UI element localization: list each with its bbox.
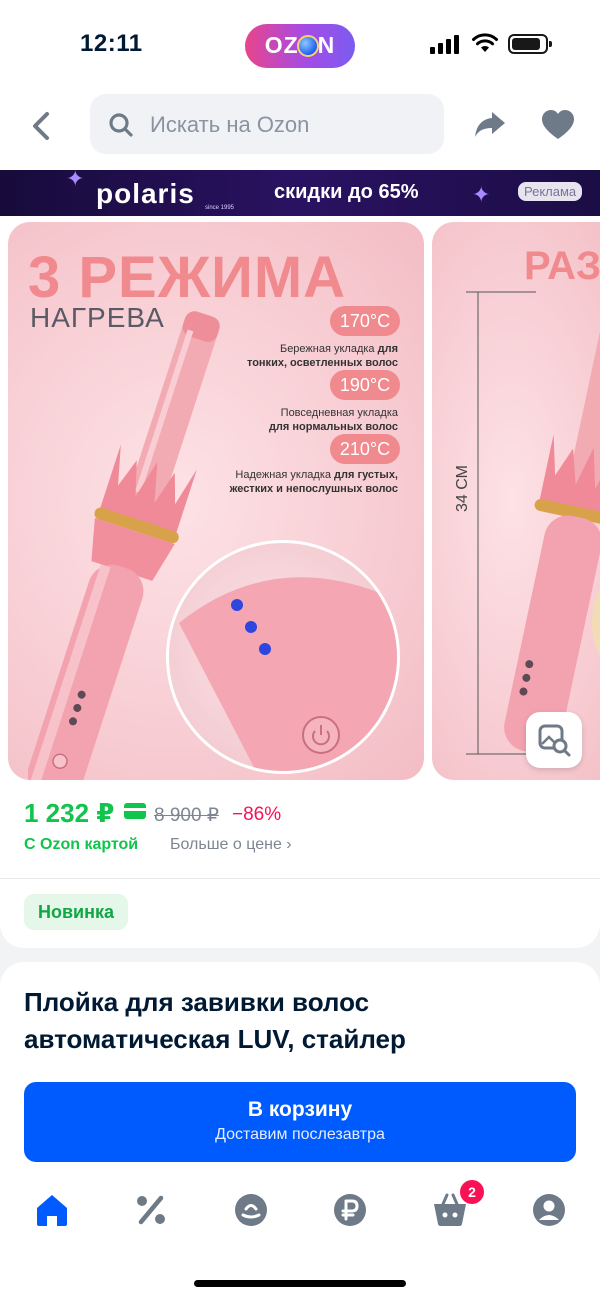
home-indicator [194,1280,406,1287]
price-with-card: 1 232 ₽ [24,798,115,828]
mode-desc-bold: для нормальных волос [268,421,398,433]
ad-banner[interactable]: ✦ ✦ polaris since 1995 скидки до 65% Рек… [0,170,600,216]
heart-icon[interactable] [540,108,576,142]
add-to-cart-button[interactable]: В корзину Доставим послезавтра [24,1082,576,1162]
mode-desc-190: Повседневная укладка для нормальных волос [198,406,398,434]
search-input[interactable]: Искать на Ozon [90,94,444,154]
mode-desc-210: Надежная укладка для густых, жестких и не… [198,468,398,496]
ozon-card-label[interactable]: С Ozon картой [24,836,138,854]
dimension-label: 34 СМ [454,465,471,512]
mode-badge-170: 170°C [330,306,400,336]
top-nav-bar: Искать на Ozon [0,90,600,170]
product-info-card: Плойка для завивки волос автоматическая … [0,962,600,1202]
back-icon[interactable] [22,106,62,146]
button-zoom-inset [166,540,400,774]
bottom-tab-bar: 2 [0,1176,600,1300]
delivery-label: Доставим послезавтра [215,1126,385,1143]
mode-desc-plain: Бережная укладка [279,343,378,355]
percent-icon[interactable] [131,1190,171,1230]
mode-desc-170: Бережная укладка для тонких, осветленных … [198,342,398,370]
status-time: 12:11 [80,30,143,57]
ad-text: скидки до 65% [274,181,419,203]
mode-desc-bold: для [377,343,398,355]
image-search-button[interactable] [526,712,582,768]
add-to-cart-label: В корзину [247,1098,353,1121]
cellular-signal-icon [430,34,462,54]
fresh-icon[interactable] [231,1190,271,1230]
price-old: 8 900 ₽ [154,805,219,826]
mode-desc-bold: для густых, [334,469,398,481]
search-placeholder: Искать на Ozon [150,112,310,137]
home-icon[interactable] [32,1190,72,1230]
profile-icon[interactable] [529,1190,569,1230]
product-gallery[interactable]: 3 РЕЖИМА НАГРЕВА 170°C Бережная укладка [0,216,600,790]
ruble-icon[interactable] [330,1190,370,1230]
price-discount: −86% [232,804,282,825]
mode-desc-plain: Надежная укладка [235,469,335,481]
ozon-card-icon [124,803,146,819]
search-icon [109,113,133,137]
product-title: Плойка для завивки волос автоматическая … [24,987,406,1054]
price-details-link[interactable]: Больше о цене › [170,836,292,854]
status-bar: 12:11 OZON [0,0,600,90]
ozon-logo-pill[interactable]: OZON [245,24,355,68]
share-icon[interactable] [472,106,508,142]
ad-label: Реклама [518,182,583,201]
star-decoration-icon: ✦ [472,182,491,207]
image-search-icon [538,724,571,757]
control-panel-illustration [179,577,397,771]
battery-icon [508,34,552,54]
wifi-icon [472,33,498,52]
ad-brand-sub: since 1995 [205,205,235,211]
mode-desc-bold: тонких, осветленных волос [246,357,398,369]
ad-brand-logo: polaris [96,178,195,209]
gallery-slide-1[interactable]: 3 РЕЖИМА НАГРЕВА 170°C Бережная укладка [8,222,424,780]
mode-badge-210: 210°C [330,434,400,464]
cart-count-badge: 2 [460,1180,484,1204]
price-block: 1 232 ₽ 8 900 ₽ −86% С Ozon картой Больш… [0,790,600,948]
ornament-icon [297,35,319,57]
divider [0,878,600,879]
gallery-slide-2[interactable]: РАЗ 34 СМ [432,222,600,780]
mode-badge-190: 190°C [330,370,400,400]
mode-desc-bold: жестких и непослушных волос [229,483,398,495]
new-badge: Новинка [24,894,129,930]
star-decoration-icon: ✦ [66,170,85,191]
mode-desc-plain: Повседневная укладка [280,407,398,419]
